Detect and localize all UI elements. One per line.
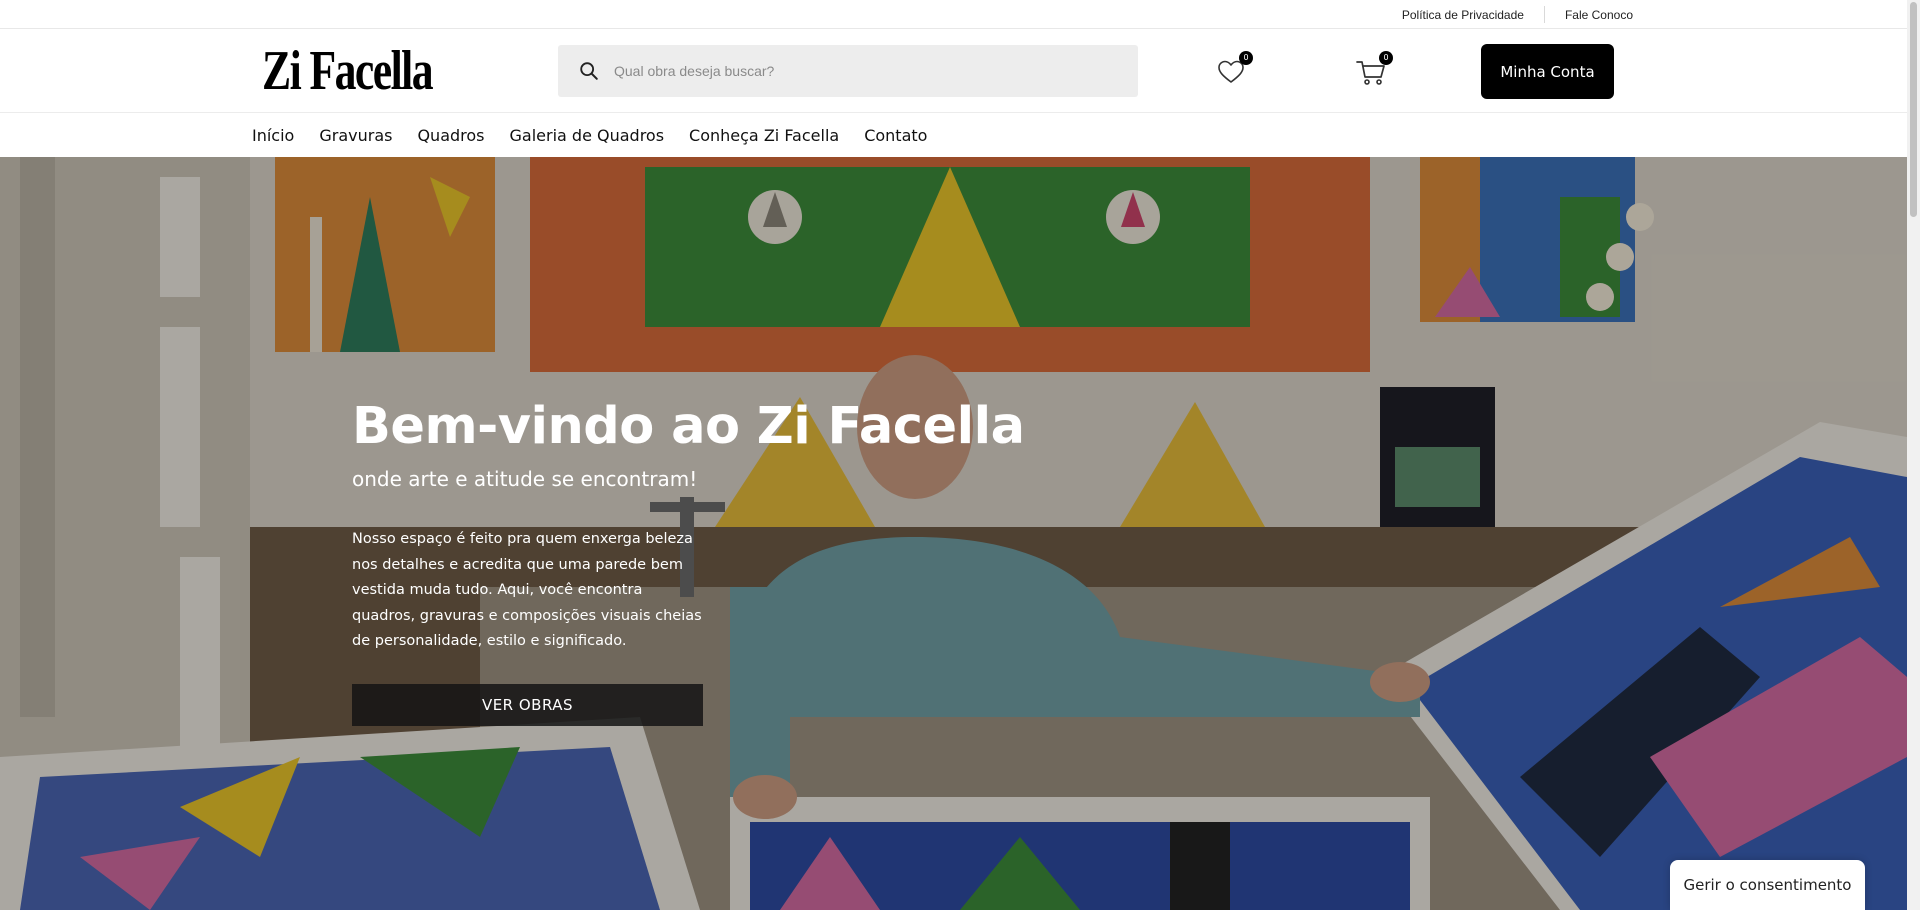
main-nav: Início Gravuras Quadros Galeria de Quadr…: [0, 113, 1920, 157]
privacy-policy-link[interactable]: Política de Privacidade: [1402, 8, 1524, 22]
wishlist-button[interactable]: 0: [1215, 51, 1253, 88]
cart-button[interactable]: 0: [1355, 51, 1393, 88]
hero-banner: Bem-vindo ao Zi Facella onde arte e atit…: [0, 157, 1907, 910]
nav-item-galeria[interactable]: Galeria de Quadros: [510, 126, 665, 145]
nav-list: Início Gravuras Quadros Galeria de Quadr…: [252, 113, 952, 157]
scrollbar-thumb[interactable]: [1910, 2, 1917, 217]
hero-subtitle: onde arte e atitude se encontram!: [352, 467, 698, 491]
search-bar[interactable]: [558, 45, 1138, 97]
site-header: Zi Facella 0 0 Minha Conta: [0, 29, 1920, 113]
contact-link[interactable]: Fale Conoco: [1565, 8, 1633, 22]
divider: [1543, 6, 1545, 23]
site-logo[interactable]: Zi Facella: [262, 42, 434, 100]
search-input[interactable]: [614, 63, 1114, 79]
nav-item-contato[interactable]: Contato: [864, 126, 927, 145]
nav-item-gravuras[interactable]: Gravuras: [319, 126, 392, 145]
view-works-button[interactable]: VER OBRAS: [352, 684, 703, 726]
wishlist-count-badge: 0: [1239, 51, 1253, 65]
search-icon[interactable]: [578, 60, 600, 82]
account-button[interactable]: Minha Conta: [1481, 44, 1614, 99]
top-links: Política de Privacidade Fale Conoco: [1402, 0, 1633, 29]
hero-title: Bem-vindo ao Zi Facella: [352, 397, 1025, 456]
page-scrollbar[interactable]: [1907, 0, 1920, 910]
top-utility-bar: Política de Privacidade Fale Conoco: [0, 0, 1920, 29]
hero-description: Nosso espaço é feito pra quem enxerga be…: [352, 531, 702, 649]
hero-overlay: [0, 157, 1907, 910]
cart-count-badge: 0: [1379, 51, 1393, 65]
nav-item-conheca[interactable]: Conheça Zi Facella: [689, 126, 839, 145]
nav-item-inicio[interactable]: Início: [252, 126, 294, 145]
consent-manager-tab[interactable]: Gerir o consentimento: [1670, 860, 1865, 910]
nav-item-quadros[interactable]: Quadros: [417, 126, 484, 145]
